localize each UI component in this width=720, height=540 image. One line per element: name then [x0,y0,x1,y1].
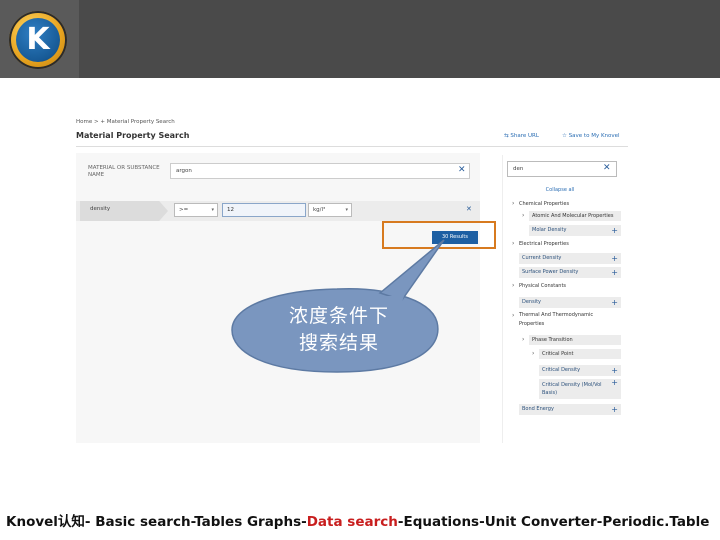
sidebar-tree-item[interactable]: Molar Density + [529,225,621,236]
sidebar-tree-item[interactable]: › Physical Constants [512,281,567,291]
sidebar-tree-item[interactable]: › Electrical Properties [512,239,569,249]
property-filter-input[interactable]: den [507,161,617,177]
sidebar-tree-item[interactable]: › Phase Transition [522,335,621,345]
sidebar-tree-label: Chemical Properties [519,201,570,207]
sidebar-tree-item[interactable]: Bond Energy + [519,404,621,415]
plus-icon[interactable]: + [611,404,618,415]
chevron-right-icon[interactable]: › [512,311,514,320]
sidebar-tree-label: Surface Power Density [522,269,579,275]
plus-icon[interactable]: + [611,267,618,278]
sidebar-tree-label: Bond Energy [522,406,554,412]
chevron-right-icon[interactable]: › [512,239,514,249]
chevron-right-icon[interactable]: › [522,211,524,221]
sidebar-tree-item[interactable]: Critical Density (Mol/Vol Basis) + [539,379,621,399]
sidebar-tree-label: Density [522,299,542,305]
sidebar-tree-label: Thermal And Thermodynamic Properties [519,312,594,327]
title-divider [76,146,628,147]
remove-row-icon[interactable]: ✕ [466,205,472,213]
slide: K Home > + Material Property Search Mate… [0,0,720,540]
search-area [76,153,480,443]
plus-icon[interactable]: + [611,253,618,264]
unit-value: kg/l³ [313,207,326,213]
results-highlight-box [382,221,496,249]
footer-nav: Knovel认知- Basic search-Tables Graphs-Dat… [6,510,716,530]
footer-part-3: -Equations-Unit Converter-Periodic.Table [397,514,710,530]
operator-select[interactable]: >= ▾ [174,203,218,217]
knovel-logo[interactable]: K [9,11,67,69]
save-label: Save to My Knovel [568,133,620,139]
chevron-right-icon[interactable]: › [522,335,524,345]
share-url-label: Share URL [510,133,539,139]
sidebar-tree-item[interactable]: › Atomic And Molecular Properties [522,211,621,221]
logo-inner-disc: K [16,18,60,62]
sidebar-tree-label: Physical Constants [519,283,567,289]
save-to-my-knovel-link[interactable]: ☆ Save to My Knovel [562,133,620,139]
logo-panel: K [0,0,79,78]
material-search-input[interactable]: argon [170,163,470,179]
sidebar-tree-item[interactable]: Critical Density + [539,365,621,376]
star-icon: ☆ [562,133,569,139]
breadcrumb[interactable]: Home > + Material Property Search [76,119,175,125]
plus-icon[interactable]: + [611,365,618,376]
page-title: Material Property Search [76,131,190,140]
chevron-down-icon: ▾ [211,207,214,213]
knovel-screenshot-panel: Home > + Material Property Search Materi… [72,113,632,443]
plus-icon[interactable]: + [611,225,618,236]
sidebar-tree-item[interactable]: Density + [519,297,621,308]
footer-current: Data search [306,514,398,530]
close-icon[interactable]: ✕ [603,163,611,173]
sidebar-tree-item[interactable]: › Chemical Properties [512,199,570,209]
close-icon[interactable]: ✕ [458,165,466,175]
collapse-all-link[interactable]: Collapse all [503,187,617,193]
sidebar-tree-label: Current Density [522,255,562,261]
sidebar-tree-item[interactable]: Current Density + [519,253,621,264]
callout-line-1: 浓度条件下 [288,305,389,327]
property-sidebar: den ✕ Collapse all › Chemical Properties ›… [502,155,630,443]
footer-part-1: Knovel认知- Basic search-Tables Graphs- [6,514,307,530]
top-bar: K [0,0,720,78]
callout-text: 浓度条件下 搜索结果 [254,303,424,357]
plus-icon[interactable]: + [611,379,618,387]
operator-value: >= [179,207,189,213]
callout-line-2: 搜索结果 [298,332,379,354]
sidebar-tree-label: Atomic And Molecular Properties [532,213,614,219]
sidebar-tree-label: Critical Point [542,351,574,357]
unit-select[interactable]: kg/l³ ▾ [308,203,352,217]
plus-icon[interactable]: + [611,297,618,308]
material-label: MATERIAL OR SUBSTANCE NAME [88,165,160,178]
sidebar-tree-label: Critical Density [542,367,581,373]
chevron-right-icon[interactable]: › [532,349,534,359]
chevron-right-icon[interactable]: › [512,199,514,209]
sidebar-tree-label: Electrical Properties [519,241,569,247]
sidebar-tree-label: Phase Transition [532,337,573,343]
logo-letter: K [26,22,50,57]
sidebar-tree-item[interactable]: › Thermal And Thermodynamic Properties [512,311,619,331]
sidebar-tree-item[interactable]: Surface Power Density + [519,267,621,278]
value-input[interactable]: 12 [222,203,306,217]
share-url-link[interactable]: ⇆ Share URL [504,133,539,139]
sidebar-tree-item[interactable]: › Critical Point [532,349,621,359]
property-name: density [90,206,111,212]
chevron-down-icon: ▾ [345,207,348,213]
chevron-right-icon[interactable]: › [512,281,514,291]
sidebar-tree-label: Critical Density (Mol/Vol Basis) [542,382,602,396]
sidebar-tree-label: Molar Density [532,227,567,233]
